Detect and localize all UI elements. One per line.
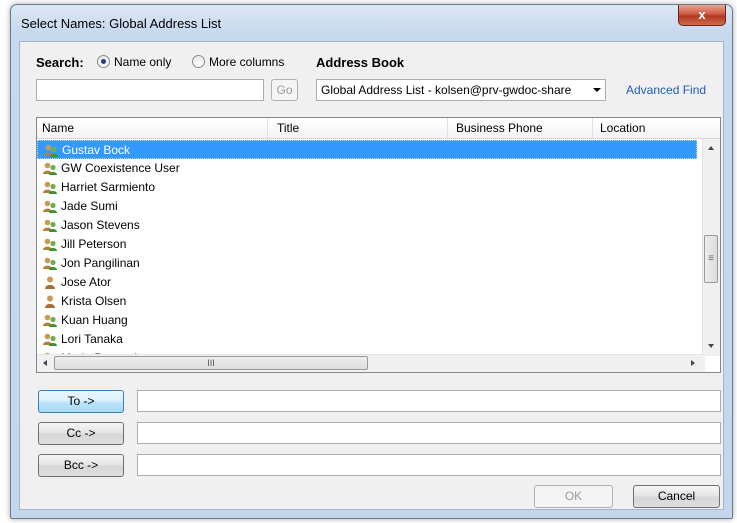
grip-icon: ≡ — [708, 253, 714, 264]
contact-name: GW Coexistence User — [61, 161, 180, 175]
vertical-scroll-thumb[interactable]: ≡ — [704, 235, 718, 283]
cc-field[interactable] — [137, 422, 721, 444]
column-header-location[interactable]: Location — [600, 121, 645, 135]
list-item[interactable]: Lori Tanaka — [37, 330, 697, 349]
group-contact-icon — [43, 200, 57, 213]
contact-name: Jill Peterson — [61, 237, 127, 251]
ok-button[interactable]: OK — [534, 485, 613, 508]
group-contact-icon — [44, 144, 58, 157]
list-item[interactable]: Harriet Sarmiento — [37, 178, 697, 197]
go-button[interactable]: Go — [271, 79, 298, 101]
group-contact-icon — [43, 238, 57, 251]
list-item[interactable]: Kuan Huang — [37, 311, 697, 330]
column-header-title[interactable]: Title — [277, 121, 299, 135]
list-item[interactable]: Jose Ator — [37, 273, 697, 292]
scroll-left-icon[interactable] — [43, 360, 47, 366]
radio-name-only-label: Name only — [114, 55, 172, 69]
column-divider[interactable] — [267, 118, 268, 138]
column-header-name[interactable]: Name — [42, 121, 74, 135]
cc-button[interactable]: Cc -> — [38, 422, 124, 445]
to-button[interactable]: To -> — [38, 390, 124, 413]
radio-more-columns[interactable]: More columns — [192, 55, 284, 69]
radio-name-only[interactable]: Name only — [97, 55, 171, 69]
list-item[interactable]: Gustav Bock — [37, 140, 697, 159]
horizontal-scroll-thumb[interactable]: III — [54, 356, 368, 370]
contact-name: Harriet Sarmiento — [61, 180, 156, 194]
window-title: Select Names: Global Address List — [21, 16, 222, 31]
dialog-window: Select Names: Global Address List x Sear… — [10, 4, 733, 519]
scroll-right-icon[interactable] — [691, 360, 695, 366]
dropdown-button[interactable] — [589, 80, 605, 100]
dialog-body: Search: Name only More columns Address B… — [19, 41, 724, 510]
scroll-up-icon[interactable] — [708, 146, 714, 150]
list-item[interactable]: GW Coexistence User — [37, 159, 697, 178]
list-item[interactable]: Jade Sumi — [37, 197, 697, 216]
list-rows: Gustav Bock GW Coexistence User Harriet Sa… — [37, 140, 697, 357]
contact-name: Gustav Bock — [62, 143, 131, 157]
contact-name: Krista Olsen — [61, 294, 127, 308]
vertical-scrollbar[interactable]: ≡ — [702, 139, 720, 356]
group-contact-icon — [43, 314, 57, 327]
column-divider[interactable] — [592, 118, 593, 138]
bcc-field[interactable] — [137, 454, 721, 476]
list-item[interactable]: Jason Stevens — [37, 216, 697, 235]
radio-more-columns-label: More columns — [209, 55, 285, 69]
horizontal-scrollbar[interactable]: III — [37, 354, 705, 372]
list-header: Name Title Business Phone Location — [37, 118, 720, 139]
list-item[interactable]: Krista Olsen — [37, 292, 697, 311]
to-field[interactable] — [137, 390, 721, 412]
chevron-down-icon — [593, 88, 601, 92]
title-bar[interactable]: Select Names: Global Address List x — [11, 5, 732, 38]
contact-name: Jose Ator — [61, 275, 112, 289]
contact-name: Jade Sumi — [61, 199, 118, 213]
contact-name: Lori Tanaka — [61, 332, 123, 346]
radio-unselected-icon[interactable] — [192, 55, 205, 68]
address-book-dropdown[interactable]: Global Address List - kolsen@prv-gwdoc-s… — [316, 79, 606, 101]
radio-selected-icon[interactable] — [97, 55, 110, 68]
advanced-find-link[interactable]: Advanced Find — [626, 83, 706, 97]
group-contact-icon — [43, 181, 57, 194]
group-contact-icon — [43, 257, 57, 270]
contact-name: Kuan Huang — [61, 313, 128, 327]
contact-name: Jason Stevens — [61, 218, 140, 232]
address-book-value: Global Address List - kolsen@prv-gwdoc-s… — [321, 83, 572, 97]
group-contact-icon — [43, 333, 57, 346]
search-input[interactable] — [36, 79, 264, 101]
cancel-button[interactable]: Cancel — [633, 485, 720, 508]
list-item[interactable]: Jill Peterson — [37, 235, 697, 254]
group-contact-icon — [43, 219, 57, 232]
search-label: Search: — [36, 55, 84, 70]
column-header-business-phone[interactable]: Business Phone — [456, 121, 543, 135]
address-list[interactable]: Name Title Business Phone Location Gusta… — [36, 117, 721, 373]
single-contact-icon — [43, 276, 57, 289]
column-divider[interactable] — [447, 118, 448, 138]
bcc-button[interactable]: Bcc -> — [38, 454, 124, 477]
list-item[interactable]: Jon Pangilinan — [37, 254, 697, 273]
scroll-down-icon[interactable] — [708, 344, 714, 348]
address-book-label: Address Book — [316, 55, 405, 70]
group-contact-icon — [43, 162, 57, 175]
close-button[interactable]: x — [678, 5, 726, 26]
grip-icon: III — [207, 358, 215, 368]
contact-name: Jon Pangilinan — [61, 256, 140, 270]
single-contact-icon — [43, 295, 57, 308]
